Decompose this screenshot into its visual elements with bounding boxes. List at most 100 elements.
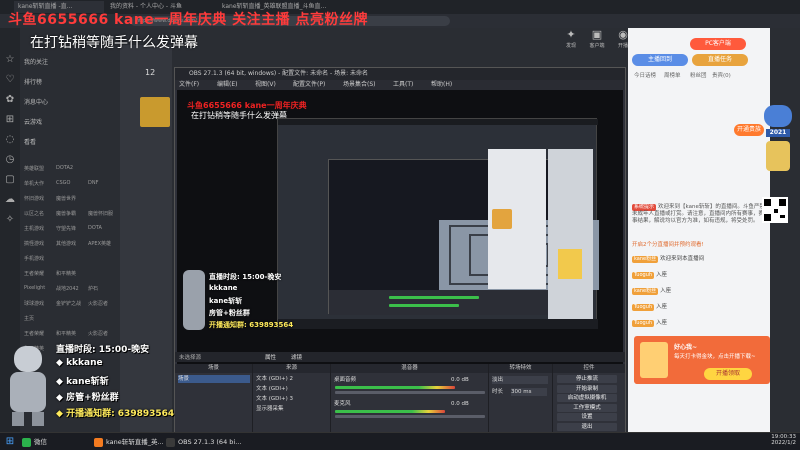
subtab-today[interactable]: 今日话榜	[634, 70, 656, 82]
category-link[interactable]: 炉石	[88, 285, 98, 292]
nav-item-watch[interactable]: 看看	[24, 137, 36, 148]
chat-username[interactable]: kane粉丝	[632, 256, 659, 263]
gift-icon[interactable]: ✿	[4, 94, 16, 106]
nav-item-messages[interactable]: 消息中心	[24, 97, 48, 108]
client-button[interactable]: ▣ 客户端	[586, 28, 608, 52]
transition-select[interactable]: 淡出	[492, 376, 548, 384]
category-link[interactable]: Pixelight	[24, 285, 45, 291]
control-button[interactable]: 开始录制	[557, 384, 617, 393]
cloud-icon[interactable]: ☁	[4, 194, 16, 206]
chat-username[interactable]: Tuoguh	[632, 304, 655, 311]
category-link[interactable]: 守望先锋	[56, 225, 76, 232]
nested-bottom-bar	[278, 319, 598, 329]
properties-button[interactable]: 属性	[265, 353, 276, 361]
category-link[interactable]: 和平精英	[56, 270, 76, 277]
chat-username[interactable]: Tuoguh	[632, 272, 655, 279]
chat-username[interactable]: Tuoguh	[632, 320, 655, 327]
clock-icon[interactable]: ◷	[4, 154, 16, 166]
pc-client-button[interactable]: PC客户端	[690, 38, 746, 50]
sources-title: 来源	[253, 364, 330, 373]
filters-button[interactable]: 滤镜	[291, 353, 302, 361]
obs-menu-item[interactable]: 配置文件(P)	[293, 80, 325, 90]
category-link[interactable]: DNF	[88, 180, 98, 186]
control-button[interactable]: 设置	[557, 413, 617, 421]
category-link[interactable]: 其他游戏	[56, 240, 76, 247]
category-link[interactable]: 主机游戏	[24, 225, 44, 232]
mic-volume-slider[interactable]	[335, 415, 485, 418]
streamer-avatar[interactable]	[140, 97, 170, 127]
category-link[interactable]: 魔兽世界	[56, 195, 76, 202]
client-icon: ▣	[591, 28, 603, 41]
category-link[interactable]: DOTA	[88, 225, 102, 231]
category-link[interactable]: 魔兽争霸	[56, 210, 76, 217]
source-item[interactable]: 显示器采集	[256, 405, 284, 413]
obs-menu-item[interactable]: 工具(T)	[393, 80, 413, 90]
nested-avatar	[492, 209, 512, 229]
category-link[interactable]: 英雄联盟	[24, 165, 44, 172]
source-item[interactable]: 文本 (GDI+) 3	[256, 395, 293, 403]
obs-menu-item[interactable]: 编辑(E)	[217, 80, 237, 90]
obs-menu-item[interactable]: 场景集合(S)	[343, 80, 376, 90]
chat-text: 入座	[656, 304, 668, 310]
subtab-week[interactable]: 周榜单	[664, 70, 681, 82]
subtab-vip[interactable]: 贵宾(0)	[712, 70, 731, 82]
game-icon[interactable]: ✧	[4, 214, 16, 226]
anniversary-mascot[interactable]: 2021	[760, 105, 796, 185]
category-link[interactable]: 王者荣耀	[24, 270, 44, 277]
heart-icon[interactable]: ♡	[4, 74, 16, 86]
category-link[interactable]: 单机大作	[24, 180, 44, 187]
category-link[interactable]: 主页	[24, 315, 34, 322]
desktop-volume-slider[interactable]	[335, 391, 485, 394]
control-button[interactable]: 启动虚拟摄像机	[557, 394, 617, 402]
source-item[interactable]: 文本 (GDI+)	[256, 385, 288, 393]
clock[interactable]: 19:00:33 2022/1/2	[764, 434, 796, 446]
control-button[interactable]: 停止推流	[557, 375, 617, 383]
nav-item-following[interactable]: 我的关注	[24, 57, 48, 68]
category-link[interactable]: 手机游戏	[24, 255, 44, 262]
taskbar-app[interactable]: OBS 27.1.3 (64 bi...	[166, 435, 241, 449]
duration-input[interactable]: 300 ms	[511, 388, 547, 396]
fan-group-label: ◆ 开播通知群: 639893564	[56, 406, 174, 419]
scene-item[interactable]: 场景	[178, 375, 250, 383]
cart-icon[interactable]: ⊞	[4, 114, 16, 126]
nav-item-cloud-games[interactable]: 云游戏	[24, 117, 42, 128]
source-item[interactable]: 文本 (GDI+) 2	[256, 375, 293, 383]
taskbar-app[interactable]: 微信	[22, 435, 92, 449]
category-link[interactable]: 魔兽怀旧服	[88, 210, 113, 217]
window-icon[interactable]: ▢	[4, 174, 16, 186]
star-icon[interactable]: ☆	[4, 54, 16, 66]
obs-menu-item[interactable]: 视图(V)	[255, 80, 276, 90]
category-link[interactable]: 战地2042	[56, 285, 79, 292]
category-link[interactable]: 金铲铲之战	[56, 300, 81, 307]
discover-button[interactable]: ✦ 发现	[560, 28, 582, 52]
control-button[interactable]: 工作室模式	[557, 403, 617, 412]
tab-streamer-return[interactable]: 主播回到	[632, 54, 688, 66]
chat-username[interactable]: kane粉丝	[632, 288, 659, 295]
category-link[interactable]: 火影忍者	[88, 330, 108, 337]
gift-cta-button[interactable]: 开播领取	[704, 368, 752, 380]
chat-message: kane粉丝 入座	[632, 288, 766, 295]
category-link[interactable]: 火影忍者	[88, 300, 108, 307]
control-button[interactable]: 退出	[557, 422, 617, 431]
category-link[interactable]: CSGO	[56, 180, 70, 186]
obs-menu-item[interactable]: 帮助(H)	[431, 80, 452, 90]
category-link[interactable]: 球球游戏	[24, 300, 44, 307]
category-link[interactable]: 以区之名	[24, 210, 44, 217]
nav-item-ranking[interactable]: 排行榜	[24, 77, 42, 88]
windows-start-icon[interactable]: ⊞	[4, 436, 16, 448]
category-link[interactable]: APEX英雄	[88, 240, 111, 247]
gift-promo-card[interactable]: 好心我~ 每天打卡得金块，点击开播下载~ 开播领取	[634, 336, 770, 384]
streamer-info-overlay: 直播时段: 15:00-晚安 ◆ kkkane ◆ kane斩斩 ◆ 房管+粉丝…	[0, 340, 175, 432]
ad-line[interactable]: 开启2个分直播间并预约观看!	[632, 242, 766, 249]
category-link[interactable]: 和平精英	[56, 330, 76, 337]
category-link[interactable]: 搞怪游戏	[24, 240, 44, 247]
taskbar-app[interactable]: kane斩斩直播_英...	[94, 435, 164, 449]
tab-live-tasks[interactable]: 直播任务	[692, 54, 748, 66]
subtab-fans[interactable]: 粉丝团	[690, 70, 707, 82]
category-link[interactable]: DOTA2	[56, 165, 73, 171]
chat-icon[interactable]: ◌	[4, 134, 16, 146]
obs-preview[interactable]: 斗鱼6655666 kane一周年庆典 在打钻稍等随手什么发弹幕 直播时段: 1…	[177, 90, 623, 390]
obs-menu-item[interactable]: 文件(F)	[179, 80, 199, 90]
category-link[interactable]: 怀旧游戏	[24, 195, 44, 202]
category-link[interactable]: 王者荣耀	[24, 330, 44, 337]
